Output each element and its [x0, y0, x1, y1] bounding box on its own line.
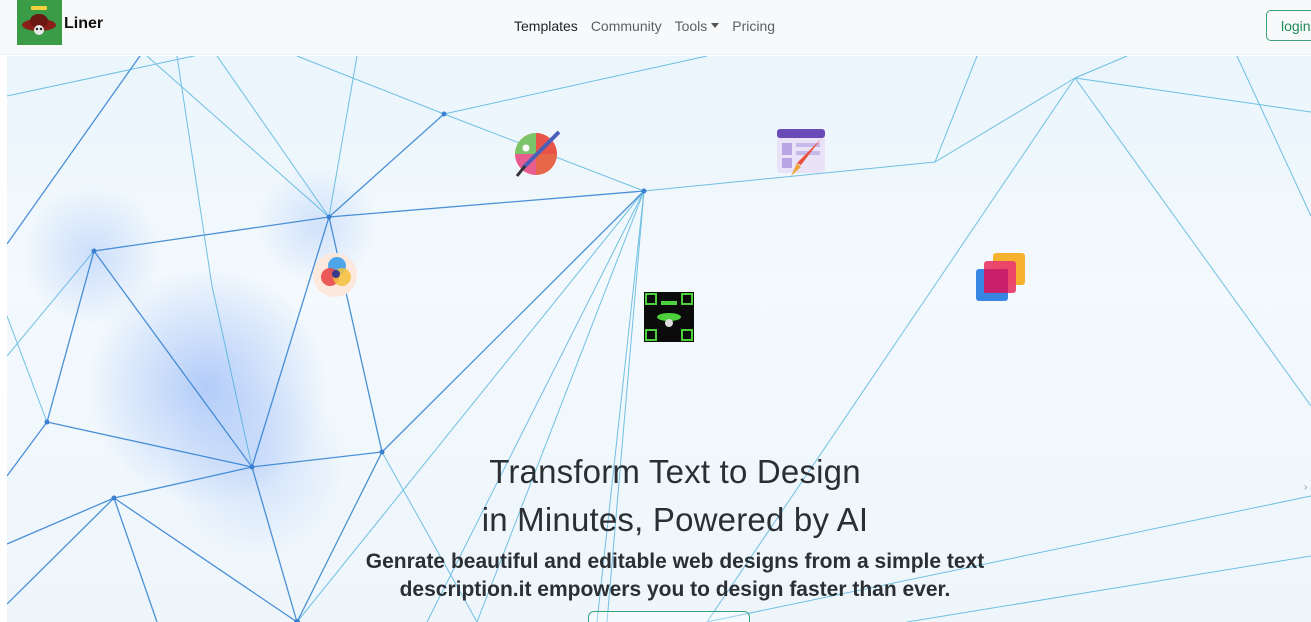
login-button[interactable]: login	[1266, 10, 1311, 41]
nav-templates[interactable]: Templates	[514, 17, 578, 35]
skull-hat-logo-icon	[17, 0, 62, 45]
web-design-brush-icon	[777, 129, 825, 176]
nav-tools[interactable]: Tools	[675, 17, 720, 35]
chevron-right-icon[interactable]: ›	[1304, 482, 1307, 493]
hero-section: Transform Text to Design in Minutes, Pow…	[7, 56, 1311, 622]
hero-subtitle-line1: Genrate beautiful and editable web desig…	[365, 550, 985, 573]
nav-community[interactable]: Community	[591, 17, 662, 35]
brand[interactable]: Liner	[17, 0, 103, 45]
hero-title-line2: in Minutes, Powered by AI	[481, 501, 869, 538]
paint-palette-icon	[515, 130, 561, 177]
color-circles-icon	[313, 253, 357, 297]
get-started-button[interactable]	[588, 611, 750, 622]
caret-down-icon	[711, 23, 720, 28]
nav-pricing[interactable]: Pricing	[732, 17, 775, 35]
brand-name: Liner	[64, 15, 104, 32]
hero-title-line1: Transform Text to Design	[489, 453, 861, 490]
nav-tools-label: Tools	[674, 18, 708, 34]
nav-links: Templates Community Tools Pricing	[514, 17, 788, 35]
qr-logo-icon	[644, 292, 694, 342]
top-navbar: Liner Templates Community Tools Pricing …	[0, 0, 1311, 55]
hero-subtitle-line2: description.it empowers you to design fa…	[399, 578, 951, 601]
layered-squares-icon	[976, 253, 1025, 301]
